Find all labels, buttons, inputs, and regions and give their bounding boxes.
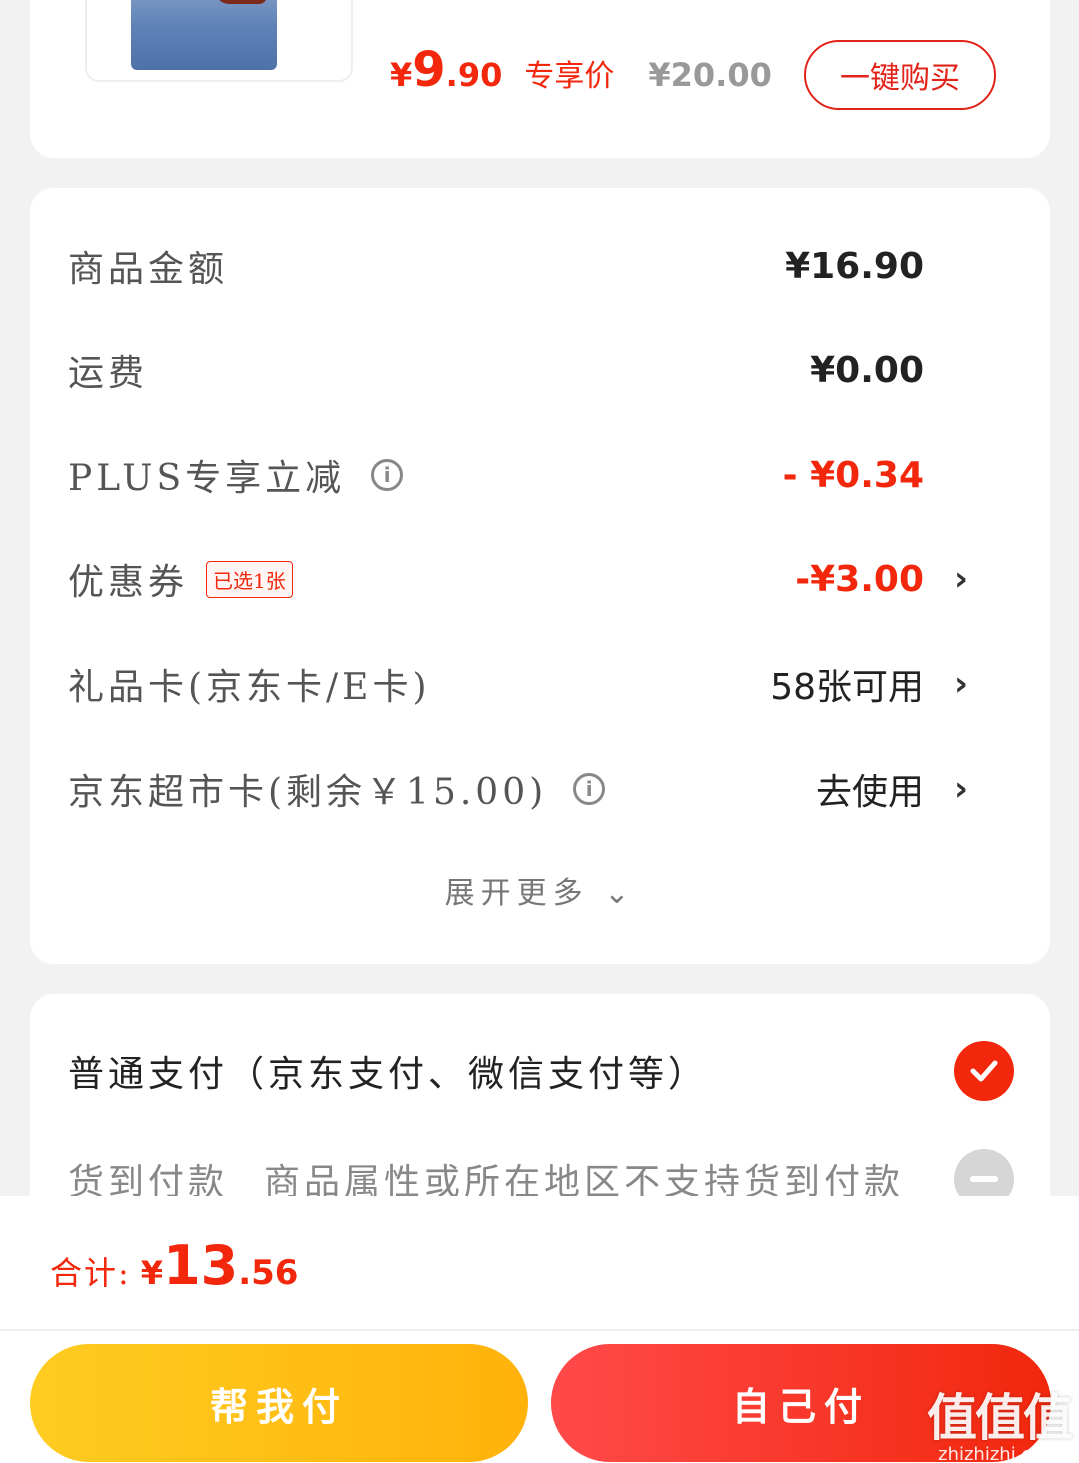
current-price: ¥9.90 bbox=[390, 42, 503, 98]
row-label: 优惠券 已选1张 bbox=[68, 553, 293, 605]
row-plus-discount: PLUS专享立减 i - ¥0.34 bbox=[68, 445, 1008, 505]
row-value: ¥0.00 bbox=[810, 349, 924, 391]
chevron-down-icon: ⌄ bbox=[604, 876, 636, 911]
product-image bbox=[131, 0, 277, 70]
total-amount: 13 bbox=[163, 1234, 239, 1297]
checkout-bar: 合计: ¥ 13 .56 帮我付 自己付 bbox=[0, 1196, 1079, 1463]
row-label: 京东超市卡(剩余￥15.00) i bbox=[68, 763, 606, 815]
help-me-pay-button[interactable]: 帮我付 bbox=[30, 1344, 528, 1462]
row-value: -¥3.00 bbox=[795, 558, 924, 600]
info-icon[interactable]: i bbox=[573, 773, 606, 805]
chevron-right-icon: › bbox=[953, 769, 968, 809]
divider bbox=[0, 1329, 1079, 1331]
watermark-logo: 值值值 zhizhizhi.com bbox=[927, 1389, 1073, 1463]
row-value: ¥16.90 bbox=[785, 245, 924, 287]
order-total: 合计: ¥ 13 .56 bbox=[50, 1234, 299, 1297]
product-thumbnail[interactable] bbox=[85, 0, 353, 82]
one-click-buy-button[interactable]: 一键购买 bbox=[804, 40, 996, 110]
payment-option-normal[interactable]: 普通支付（京东支付、微信支付等） bbox=[68, 1036, 1014, 1106]
payment-option-label: 普通支付（京东支付、微信支付等） bbox=[68, 1054, 709, 1095]
row-supermarket-card[interactable]: 京东超市卡(剩余￥15.00) i 去使用 › bbox=[68, 759, 1008, 819]
original-price: ¥20.00 bbox=[648, 56, 772, 94]
info-icon[interactable]: i bbox=[371, 459, 404, 491]
row-label: 运费 bbox=[68, 353, 149, 394]
row-shipping: 运费 ¥0.00 bbox=[68, 340, 1008, 400]
checkmark-icon[interactable] bbox=[954, 1041, 1014, 1101]
row-gift-card[interactable]: 礼品卡(京东卡/E卡) 58张可用 › bbox=[68, 654, 1008, 714]
price-label: 专享价 bbox=[524, 59, 615, 94]
row-value: 去使用 bbox=[815, 772, 924, 813]
chevron-right-icon: › bbox=[953, 664, 968, 704]
row-value: 58张可用 bbox=[770, 667, 924, 708]
coupon-selected-badge: 已选1张 bbox=[206, 560, 293, 598]
product-card: ¥9.90 专享价 ¥20.00 一键购买 bbox=[30, 0, 1050, 158]
price-row: ¥9.90 专享价 ¥20.00 bbox=[390, 42, 772, 102]
row-label: 商品金额 bbox=[68, 249, 229, 290]
row-coupon[interactable]: 优惠券 已选1张 -¥3.00 › bbox=[68, 549, 1008, 609]
row-goods-amount: 商品金额 ¥16.90 bbox=[68, 236, 1008, 296]
order-summary-card: 商品金额 ¥16.90 运费 ¥0.00 PLUS专享立减 i - ¥0.34 优… bbox=[30, 188, 1050, 964]
expand-more-button[interactable]: 展开更多 ⌄ bbox=[30, 868, 1050, 912]
chevron-right-icon: › bbox=[953, 559, 968, 599]
row-label: 礼品卡(京东卡/E卡) bbox=[68, 667, 431, 708]
total-label: 合计: bbox=[50, 1254, 131, 1292]
row-value: - ¥0.34 bbox=[782, 454, 924, 496]
row-label: PLUS专享立减 i bbox=[68, 449, 404, 501]
